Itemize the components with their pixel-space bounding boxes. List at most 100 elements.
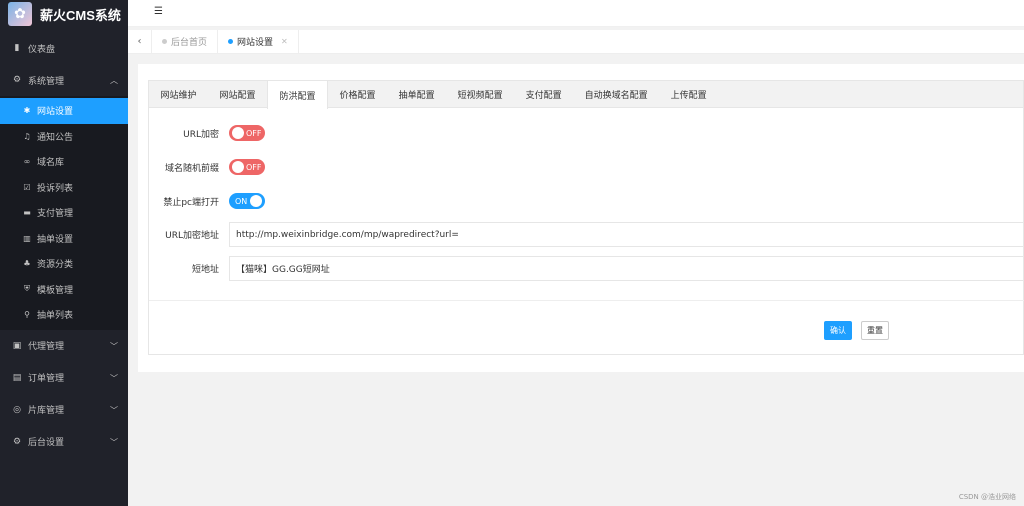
- reset-button[interactable]: 重置: [861, 321, 889, 340]
- checkbox-icon: ☑: [23, 182, 31, 192]
- tab-dot: [162, 39, 167, 44]
- tab-site-config[interactable]: 网站配置: [208, 81, 267, 107]
- sidebar-subitem-templates[interactable]: ⛨ 模板管理: [0, 277, 128, 303]
- sidebar-item-orders[interactable]: ▤ 订单管理 ﹀: [0, 362, 128, 394]
- form-row-block-pc: 禁止pc端打开 ON: [149, 193, 265, 209]
- watermark: CSDN @浩业网络: [958, 493, 1016, 501]
- field-label: 禁止pc端打开: [163, 197, 219, 208]
- url-encrypt-address-input[interactable]: http://mp.weixinbridge.com/mp/wapredirec…: [229, 222, 1024, 247]
- tab-payment-config[interactable]: 支付配置: [514, 81, 573, 107]
- switch-text: OFF: [246, 128, 262, 138]
- sidebar-subitem-draw-list[interactable]: ⚲ 抽单列表: [0, 302, 128, 328]
- menu-toggle-icon[interactable]: ☰: [154, 6, 163, 17]
- chevron-left-icon[interactable]: ‹: [128, 30, 152, 53]
- sidebar-subitem-label: 模板管理: [37, 285, 74, 296]
- card-icon: ▬: [23, 208, 31, 218]
- bar-chart-icon: ▥: [23, 233, 31, 243]
- switch-text: ON: [235, 196, 248, 206]
- tab-home[interactable]: 后台首页: [152, 30, 219, 53]
- logo[interactable]: ✿ 薪火CMS系统: [0, 0, 128, 28]
- field-label: 短地址: [191, 265, 219, 275]
- chevron-down-icon: ﹀: [110, 405, 118, 415]
- sidebar-subitem-label: 投诉列表: [37, 183, 74, 194]
- block-pc-switch[interactable]: ON: [229, 193, 265, 209]
- short-url-input[interactable]: 【猫咪】GG.GG短网址: [229, 256, 1024, 281]
- confirm-button[interactable]: 确认: [824, 321, 852, 340]
- settings-card: 网站维护 网站配置 防洪配置 价格配置 抽单配置 短视频配置 支付配置 自动换域…: [148, 80, 1024, 355]
- sidebar-subitem-domains[interactable]: ∞ 域名库: [0, 149, 128, 175]
- sidebar-subitem-draw-settings[interactable]: ▥ 抽单设置: [0, 226, 128, 252]
- sidebar-submenu-system: ✱ 网站设置 ♫ 通知公告 ∞ 域名库 ☑ 投诉列表 ▬ 支付管理 ▥ 抽单设置: [0, 96, 128, 330]
- switch-knob: [232, 161, 244, 173]
- sidebar-subitem-resource-categories[interactable]: ♣ 资源分类: [0, 251, 128, 277]
- tab-draw-config[interactable]: 抽单配置: [387, 81, 446, 107]
- url-encrypt-switch[interactable]: OFF: [229, 125, 265, 141]
- form-row-short-url: 短地址 【猫咪】GG.GG短网址: [149, 256, 1024, 281]
- topbar: ☰: [128, 0, 1024, 27]
- sidebar-subitem-site-settings[interactable]: ✱ 网站设置: [0, 98, 128, 124]
- sidebar-item-label: 系统管理: [28, 76, 65, 87]
- sidebar-item-backend-settings[interactable]: ⚙ 后台设置 ﹀: [0, 426, 128, 458]
- sidebar-subitem-label: 抽单设置: [37, 234, 74, 245]
- link-icon: ∞: [23, 157, 31, 167]
- switch-knob: [250, 195, 262, 207]
- sidebar-subitem-label: 支付管理: [37, 209, 74, 220]
- sidebar-subitem-payments[interactable]: ▬ 支付管理: [0, 200, 128, 226]
- dashboard-icon: ▮: [14, 43, 20, 53]
- close-icon[interactable]: ✕: [281, 37, 288, 46]
- logo-image: ✿: [8, 2, 32, 26]
- chevron-down-icon: ﹀: [110, 373, 118, 383]
- switch-knob: [232, 127, 244, 139]
- gear-icon: ⚙: [12, 75, 22, 85]
- sidebar-subitem-complaints[interactable]: ☑ 投诉列表: [0, 175, 128, 201]
- sidebar-subitem-label: 域名库: [37, 158, 65, 169]
- tree-icon: ♣: [23, 259, 31, 269]
- order-icon: ▤: [12, 372, 22, 383]
- gear-icon: ✱: [23, 106, 31, 116]
- field-label: URL加密: [183, 129, 219, 140]
- film-icon: ◎: [13, 404, 21, 415]
- tab-short-video-config[interactable]: 短视频配置: [446, 81, 514, 107]
- sidebar-item-label: 代理管理: [28, 342, 65, 352]
- tab-label: 后台首页: [171, 38, 208, 48]
- sidebar-item-label: 订单管理: [28, 374, 65, 384]
- config-tabs: 网站维护 网站配置 防洪配置 价格配置 抽单配置 短视频配置 支付配置 自动换域…: [149, 81, 1023, 109]
- divider: [149, 300, 1024, 301]
- user-icon: ▣: [12, 340, 22, 351]
- sidebar-subitem-label: 通知公告: [37, 132, 74, 143]
- chevron-down-icon: ﹀: [110, 341, 118, 351]
- form-row-url-encrypt-address: URL加密地址 http://mp.weixinbridge.com/mp/wa…: [149, 222, 1024, 247]
- sidebar-item-agents[interactable]: ▣ 代理管理 ﹀: [0, 330, 128, 362]
- app-title: 薪火CMS系统: [40, 7, 121, 23]
- run-icon: ⚲: [24, 310, 30, 320]
- sidebar-item-media-library[interactable]: ◎ 片库管理 ﹀: [0, 394, 128, 426]
- form-row-url-encrypt: URL加密 OFF: [149, 125, 265, 141]
- chevron-down-icon: ﹀: [110, 437, 118, 447]
- shield-icon: ⛨: [24, 284, 30, 294]
- sidebar-item-label: 仪表盘: [28, 44, 56, 55]
- switch-text: OFF: [246, 162, 262, 172]
- tab-auto-domain-config[interactable]: 自动换域名配置: [573, 81, 659, 107]
- tab-site-maintenance[interactable]: 网站维护: [149, 81, 208, 107]
- tab-price-config[interactable]: 价格配置: [328, 81, 387, 107]
- sidebar-item-label: 后台设置: [28, 438, 65, 448]
- field-label: 域名随机前缀: [164, 163, 219, 174]
- bell-icon: ♫: [23, 131, 31, 141]
- tab-upload-config[interactable]: 上传配置: [659, 81, 718, 107]
- sidebar-item-label: 片库管理: [28, 406, 65, 416]
- sidebar-nav: ▮ 仪表盘 ⚙ 系统管理 ︿ ✱ 网站设置 ♫ 通知公告 ∞ 域名库 ☑ 投诉列…: [0, 32, 128, 458]
- gears-icon: ⚙: [12, 436, 22, 447]
- sidebar: ✿ 薪火CMS系统 ▮ 仪表盘 ⚙ 系统管理 ︿ ✱ 网站设置 ♫ 通知公告 ∞…: [0, 0, 128, 506]
- tab-flood-protection-config[interactable]: 防洪配置: [267, 81, 329, 109]
- form-row-domain-random-prefix: 域名随机前缀 OFF: [149, 159, 265, 175]
- sidebar-subitem-label: 网站设置: [37, 107, 74, 118]
- sidebar-item-dashboard[interactable]: ▮ 仪表盘: [0, 32, 128, 64]
- chevron-up-icon: ︿: [110, 76, 118, 85]
- field-label: URL加密地址: [165, 231, 219, 241]
- tab-site-settings[interactable]: 网站设置 ✕: [218, 30, 299, 53]
- sidebar-item-system[interactable]: ⚙ 系统管理 ︿: [0, 64, 128, 96]
- domain-random-prefix-switch[interactable]: OFF: [229, 159, 265, 175]
- sidebar-subitem-notices[interactable]: ♫ 通知公告: [0, 124, 128, 150]
- page-tabs-bar: ‹ 后台首页 网站设置 ✕: [128, 30, 1024, 54]
- sidebar-subitem-label: 资源分类: [37, 260, 74, 271]
